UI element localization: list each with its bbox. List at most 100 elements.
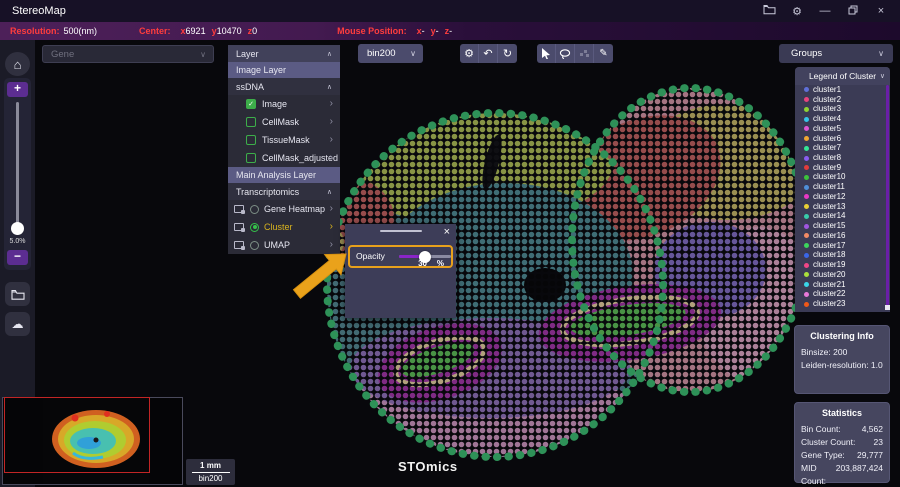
- cluster-label: cluster8: [813, 154, 841, 162]
- ssdna-layer-row-cellmask[interactable]: CellMask›: [228, 113, 340, 131]
- ssdna-layer-row-cellmask_adjusted[interactable]: CellMask_adjusted›: [228, 149, 340, 167]
- legend-item[interactable]: cluster6: [795, 134, 886, 144]
- cursor-tool-button[interactable]: [537, 44, 556, 63]
- ssdna-layer-row-image[interactable]: ✓Image›: [228, 95, 340, 113]
- legend-item[interactable]: cluster15: [795, 221, 886, 231]
- brush-select-tool-button[interactable]: [575, 44, 594, 63]
- zoom-out-button[interactable]: −: [7, 250, 28, 265]
- legend-item[interactable]: cluster19: [795, 260, 886, 270]
- layer-visibility-icon[interactable]: [234, 205, 245, 214]
- scale-bin-label: bin200: [198, 474, 222, 484]
- center-label: Center:: [139, 26, 171, 36]
- legend-header[interactable]: Legend of Cluster ∨: [795, 67, 890, 85]
- zoom-slider-thumb[interactable]: [11, 222, 24, 235]
- selection-tools-group: ✎: [537, 44, 613, 63]
- legend-item[interactable]: cluster5: [795, 124, 886, 134]
- zoom-slider-track[interactable]: [16, 102, 19, 230]
- cluster-color-dot: [804, 243, 809, 248]
- legend-item[interactable]: cluster11: [795, 182, 886, 192]
- chevron-right-icon[interactable]: ›: [330, 204, 333, 214]
- transcriptomics-layer-row-umap[interactable]: UMAP›: [228, 236, 340, 254]
- ssdna-layer-row-tissuemask[interactable]: TissueMask›: [228, 131, 340, 149]
- main-analysis-layer-header[interactable]: Main Analysis Layer: [228, 167, 340, 183]
- open-folder-button[interactable]: [5, 282, 30, 306]
- statistics-row: Cluster Count:23: [801, 436, 883, 449]
- lasso-tool-button[interactable]: [556, 44, 575, 63]
- radio-icon[interactable]: [250, 205, 259, 214]
- legend-item[interactable]: cluster18: [795, 250, 886, 260]
- cluster-color-dot: [804, 253, 809, 258]
- legend-item[interactable]: cluster23: [795, 299, 886, 309]
- transcriptomics-layer-row-cluster[interactable]: Cluster›: [228, 218, 340, 236]
- radio-icon[interactable]: [250, 241, 259, 250]
- undo-button[interactable]: ↶: [479, 44, 498, 63]
- legend-item[interactable]: cluster20: [795, 270, 886, 280]
- statistic-value: 203,887,424: [836, 462, 883, 487]
- cluster-label: cluster2: [813, 96, 841, 104]
- zoom-level-value: 5.0%: [4, 238, 31, 245]
- layer-panel-header[interactable]: Layer ∧: [228, 45, 340, 62]
- legend-item[interactable]: cluster3: [795, 104, 886, 114]
- legend-item[interactable]: cluster9: [795, 163, 886, 173]
- minimize-button[interactable]: —: [818, 5, 832, 17]
- pen-tool-button[interactable]: ✎: [594, 44, 613, 63]
- chevron-right-icon[interactable]: ›: [330, 99, 333, 109]
- popup-drag-handle[interactable]: [380, 230, 422, 232]
- bin-size-dropdown[interactable]: bin200 ∨: [358, 44, 423, 63]
- checkbox-icon[interactable]: [246, 117, 256, 127]
- checkbox-icon[interactable]: [246, 153, 256, 163]
- chevron-right-icon[interactable]: ›: [330, 117, 333, 127]
- close-button[interactable]: ×: [874, 5, 888, 17]
- checkbox-icon[interactable]: ✓: [246, 99, 256, 109]
- stomics-watermark: STOmics: [398, 459, 458, 474]
- legend-item[interactable]: cluster12: [795, 192, 886, 202]
- legend-item[interactable]: cluster22: [795, 289, 886, 299]
- legend-item[interactable]: cluster17: [795, 241, 886, 251]
- gene-search-select[interactable]: Gene ∨: [42, 45, 214, 63]
- legend-scrollbar[interactable]: [886, 85, 889, 307]
- legend-item[interactable]: cluster4: [795, 114, 886, 124]
- legend-item[interactable]: cluster2: [795, 95, 886, 105]
- zoom-in-button[interactable]: +: [7, 82, 28, 97]
- layer-visibility-icon[interactable]: [234, 223, 245, 232]
- legend-item[interactable]: cluster16: [795, 231, 886, 241]
- reset-view-button[interactable]: ↻: [498, 44, 517, 63]
- chevron-right-icon[interactable]: ›: [330, 153, 333, 163]
- transcriptomics-group-header[interactable]: Transcriptomics ∧: [228, 183, 340, 200]
- checkbox-icon[interactable]: [246, 135, 256, 145]
- legend-item[interactable]: cluster21: [795, 280, 886, 290]
- clustering-info-line: Leiden-resolution: 1.0: [801, 359, 883, 372]
- legend-item[interactable]: cluster13: [795, 202, 886, 212]
- radio-icon[interactable]: [250, 223, 259, 232]
- opacity-slider-track[interactable]: [399, 255, 451, 258]
- legend-item[interactable]: cluster8: [795, 153, 886, 163]
- canvas-settings-button[interactable]: ⚙: [460, 44, 479, 63]
- chevron-right-icon[interactable]: ›: [330, 135, 333, 145]
- open-file-icon[interactable]: [762, 4, 776, 18]
- restore-button[interactable]: [846, 5, 860, 18]
- chevron-right-icon[interactable]: ›: [330, 222, 333, 232]
- ssdna-group-header[interactable]: ssDNA ∧: [228, 78, 340, 95]
- popup-close-button[interactable]: ×: [444, 226, 450, 238]
- mouse-position-label: Mouse Position:: [337, 26, 407, 36]
- minimap[interactable]: [2, 397, 183, 485]
- image-layer-header[interactable]: Image Layer: [228, 62, 340, 78]
- transcriptomics-layer-row-gene-heatmap[interactable]: Gene Heatmap›: [228, 200, 340, 218]
- groups-dropdown[interactable]: Groups ∨: [779, 44, 893, 63]
- cluster-color-dot: [804, 107, 809, 112]
- layer-visibility-icon[interactable]: [234, 241, 245, 250]
- home-button[interactable]: ⌂: [5, 52, 30, 76]
- cluster-color-dot: [804, 282, 809, 287]
- scale-length-label: 1 mm: [200, 461, 221, 471]
- statistic-label: Bin Count:: [801, 423, 841, 436]
- legend-item[interactable]: cluster1: [795, 85, 886, 95]
- chevron-right-icon[interactable]: ›: [330, 240, 333, 250]
- cloud-button[interactable]: ☁: [5, 312, 30, 336]
- mouse-position-status: Mouse Position: x-y-z-: [337, 26, 452, 36]
- chevron-up-icon: ∧: [327, 83, 332, 91]
- settings-gear-icon[interactable]: ⚙: [790, 5, 804, 18]
- legend-item[interactable]: cluster10: [795, 173, 886, 183]
- minimap-viewport-rect[interactable]: [4, 397, 150, 473]
- legend-item[interactable]: cluster7: [795, 143, 886, 153]
- legend-item[interactable]: cluster14: [795, 212, 886, 222]
